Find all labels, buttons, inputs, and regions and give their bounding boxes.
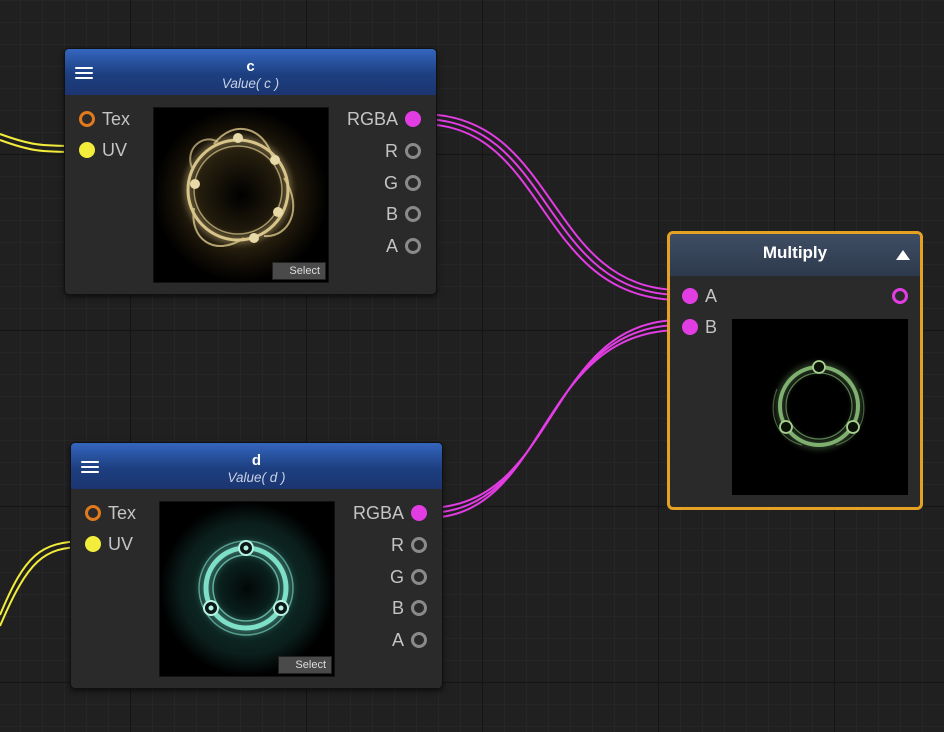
node-header[interactable]: d Value( d ) (71, 443, 442, 489)
texture-preview: Select (153, 107, 329, 283)
output-port[interactable] (892, 288, 908, 304)
rgba-output-port[interactable] (405, 111, 421, 127)
a-output-port[interactable] (405, 238, 421, 254)
g-port-label: G (389, 567, 404, 587)
node-header[interactable]: c Value( c ) (65, 49, 436, 95)
a-output-port[interactable] (411, 632, 427, 648)
uv-input-port[interactable] (79, 142, 95, 158)
texture-node-d[interactable]: d Value( d ) Tex UV Select RGBA R G B A (70, 442, 443, 689)
result-preview (732, 319, 908, 495)
wire-c-rgba-to-multiply-a (420, 113, 682, 301)
select-texture-button[interactable]: Select (272, 262, 326, 280)
uv-port-label: UV (102, 140, 128, 160)
b-port-label: B (391, 598, 404, 618)
node-title: Multiply (762, 243, 828, 262)
tex-port-label: Tex (102, 109, 131, 129)
rgba-port-label: RGBA (346, 109, 398, 129)
g-port-label: G (383, 173, 398, 193)
select-texture-button[interactable]: Select (278, 656, 332, 674)
texture-node-c[interactable]: c Value( c ) Tex UV Select RGBA R G B A (64, 48, 437, 295)
a-input-label: A (705, 286, 718, 306)
texture-preview: Select (159, 501, 335, 677)
node-subtitle: Value( c ) (221, 76, 280, 91)
r-output-port[interactable] (411, 537, 427, 553)
ring-texture-image (154, 108, 328, 282)
tex-input-port[interactable] (79, 111, 95, 127)
r-output-port[interactable] (405, 143, 421, 159)
rgba-output-port[interactable] (411, 505, 427, 521)
g-output-port[interactable] (405, 175, 421, 191)
rgba-port-label: RGBA (352, 503, 404, 523)
b-output-port[interactable] (411, 600, 427, 616)
b-port-label: B (385, 204, 398, 224)
r-port-label: R (391, 535, 404, 555)
node-title: c (246, 58, 255, 75)
node-title: d (251, 452, 262, 469)
result-texture-image (732, 319, 908, 495)
node-subtitle: Value( d ) (227, 470, 286, 485)
uv-port-label: UV (108, 534, 134, 554)
a-port-label: A (385, 236, 398, 256)
triangle-up-icon[interactable] (896, 250, 910, 260)
uv-input-port[interactable] (85, 536, 101, 552)
ring-texture-image (160, 502, 334, 676)
a-input-port[interactable] (682, 288, 698, 304)
b-output-port[interactable] (405, 206, 421, 222)
b-input-port[interactable] (682, 319, 698, 335)
node-header[interactable]: Multiply (670, 234, 920, 276)
b-input-label: B (705, 317, 718, 337)
g-output-port[interactable] (411, 569, 427, 585)
multiply-node[interactable]: Multiply A B (667, 231, 923, 510)
wire-d-rgba-to-multiply-b (425, 319, 682, 519)
tex-input-port[interactable] (85, 505, 101, 521)
tex-port-label: Tex (108, 503, 137, 523)
r-port-label: R (385, 141, 398, 161)
a-port-label: A (391, 630, 404, 650)
